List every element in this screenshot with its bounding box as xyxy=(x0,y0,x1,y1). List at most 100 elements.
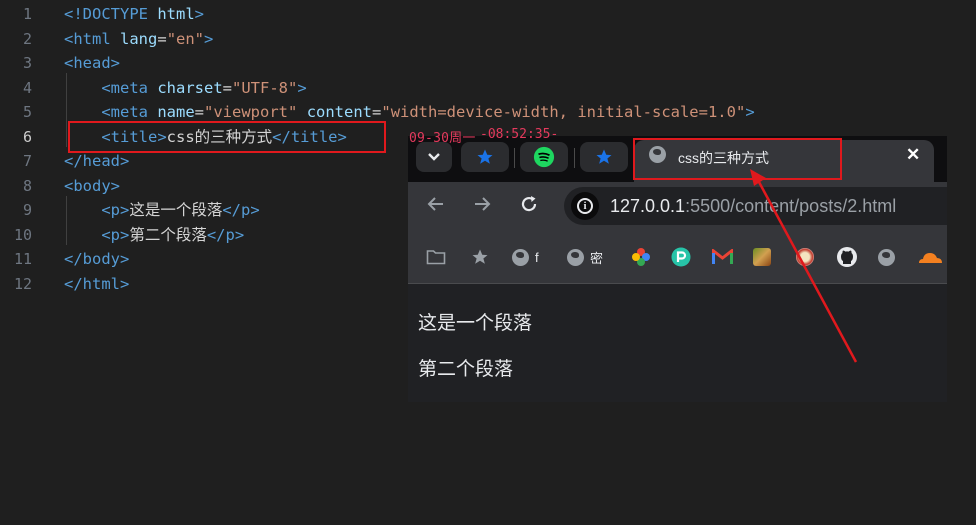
code-token: </body> xyxy=(64,250,130,268)
line-number: 2 xyxy=(22,29,32,48)
pinned-tab-2[interactable] xyxy=(580,142,628,172)
code-token: "viewport" xyxy=(204,103,298,121)
code-token: DOCTYPE xyxy=(82,5,148,23)
bookmark-photos[interactable] xyxy=(631,246,651,268)
code-token: <p> xyxy=(101,201,130,219)
url-host: 127.0.0.1 xyxy=(610,196,686,216)
chevron-down-icon xyxy=(428,153,440,161)
star-icon xyxy=(596,149,612,164)
image-icon xyxy=(753,248,771,266)
title-line-highlight xyxy=(68,121,386,153)
url-text[interactable]: 127.0.0.1:5500/content/posts/2.html xyxy=(610,196,896,217)
info-icon: i xyxy=(577,198,593,214)
clock-date: 09-30周一 xyxy=(409,131,476,146)
paragraph-1: 这是一个段落 xyxy=(418,312,533,334)
bookmark-globe[interactable] xyxy=(878,246,895,268)
paragraph-2: 第二个段落 xyxy=(418,358,514,380)
code-token: <body> xyxy=(64,176,120,195)
code-text: <body> xyxy=(64,174,120,199)
star-icon xyxy=(472,249,488,264)
forward-icon[interactable] xyxy=(472,194,492,214)
line-number: 4 xyxy=(22,78,32,97)
code-text: <!DOCTYPE html> xyxy=(64,2,204,27)
bookmark-f[interactable]: f xyxy=(512,246,539,268)
code-text: <head> xyxy=(64,51,120,76)
code-token: "UTF-8" xyxy=(232,78,298,97)
folder-icon xyxy=(426,250,446,265)
code-text: </body> xyxy=(64,247,129,272)
code-line[interactable]: 1 <!DOCTYPE html> xyxy=(0,2,976,27)
star-icon xyxy=(477,149,493,164)
tab-separator xyxy=(514,148,515,168)
line-number: 7 xyxy=(22,152,32,170)
tab-separator xyxy=(574,148,575,168)
page-content: 这是一个段落 第二个段落 xyxy=(408,284,947,402)
pinned-tab-1[interactable] xyxy=(461,142,509,172)
code-token: > xyxy=(204,29,214,48)
photos-icon xyxy=(632,248,650,266)
code-token: </head> xyxy=(64,152,130,170)
tab-search-button[interactable] xyxy=(416,142,452,172)
code-token: </p> xyxy=(206,225,245,244)
globe-icon xyxy=(512,248,529,266)
bookmarks-bar: f 密 xyxy=(408,232,947,284)
code-token: "width=device-width, initial-scale=1.0" xyxy=(381,103,746,121)
code-token: lang xyxy=(120,29,158,48)
line-number: 1 xyxy=(22,5,32,23)
close-icon[interactable]: ✕ xyxy=(906,145,920,165)
line-number: 12 xyxy=(13,274,32,293)
bookmark-label: f xyxy=(535,249,539,265)
code-token: <head> xyxy=(64,54,120,72)
code-token: <html xyxy=(64,29,111,48)
bookmark-github[interactable] xyxy=(836,246,858,268)
bookmark-img-2[interactable] xyxy=(796,246,814,268)
pinned-tab-spotify[interactable] xyxy=(520,142,568,172)
url-path: :5500/content/posts/2.html xyxy=(685,196,897,216)
code-token: </html> xyxy=(64,274,130,293)
code-line[interactable]: 2 <html lang="en"> xyxy=(0,27,976,52)
clock-time: -08:52:35- xyxy=(480,127,559,142)
bookmark-img-1[interactable] xyxy=(753,246,771,268)
globe-icon xyxy=(878,248,895,266)
nav-bar: i 127.0.0.1:5500/content/posts/2.html xyxy=(408,182,947,232)
bookmark-folder[interactable] xyxy=(426,246,446,268)
bookmark-cloudflare[interactable] xyxy=(917,246,943,268)
code-token: > xyxy=(194,5,205,23)
code-token: 这是一个段落 xyxy=(129,201,223,219)
code-line[interactable]: 4 <meta charset="UTF-8"> xyxy=(0,76,976,101)
code-token: charset xyxy=(157,78,223,97)
code-text: <p>第二个段落</p> xyxy=(64,223,244,248)
back-icon[interactable] xyxy=(426,194,446,214)
reload-icon[interactable] xyxy=(519,194,539,214)
line-number: 8 xyxy=(22,176,32,195)
image-icon xyxy=(796,248,814,266)
line-number: 6 xyxy=(22,127,32,146)
code-text: <p>这是一个段落</p> xyxy=(64,198,259,223)
line-number: 5 xyxy=(22,103,32,121)
code-token: name xyxy=(157,103,195,121)
bookmark-p[interactable] xyxy=(671,246,691,268)
code-text: <meta charset="UTF-8"> xyxy=(64,76,306,101)
line-number: 10 xyxy=(13,225,32,244)
globe-icon xyxy=(567,248,584,266)
code-token: = xyxy=(222,78,233,97)
line-number: 9 xyxy=(22,201,32,219)
line-number: 11 xyxy=(13,250,32,268)
code-line[interactable]: 3 <head> xyxy=(0,51,976,76)
bookmark-gmail[interactable] xyxy=(712,246,733,268)
spotify-icon xyxy=(533,146,555,168)
bookmark-star[interactable] xyxy=(471,246,489,268)
tab-highlight xyxy=(633,138,842,180)
bookmark-label: 密 xyxy=(590,250,604,266)
code-token: 第二个段落 xyxy=(129,225,207,244)
code-token: > xyxy=(745,103,755,121)
code-token: <meta xyxy=(101,103,148,121)
bookmark-mi[interactable]: 密 xyxy=(567,246,603,268)
